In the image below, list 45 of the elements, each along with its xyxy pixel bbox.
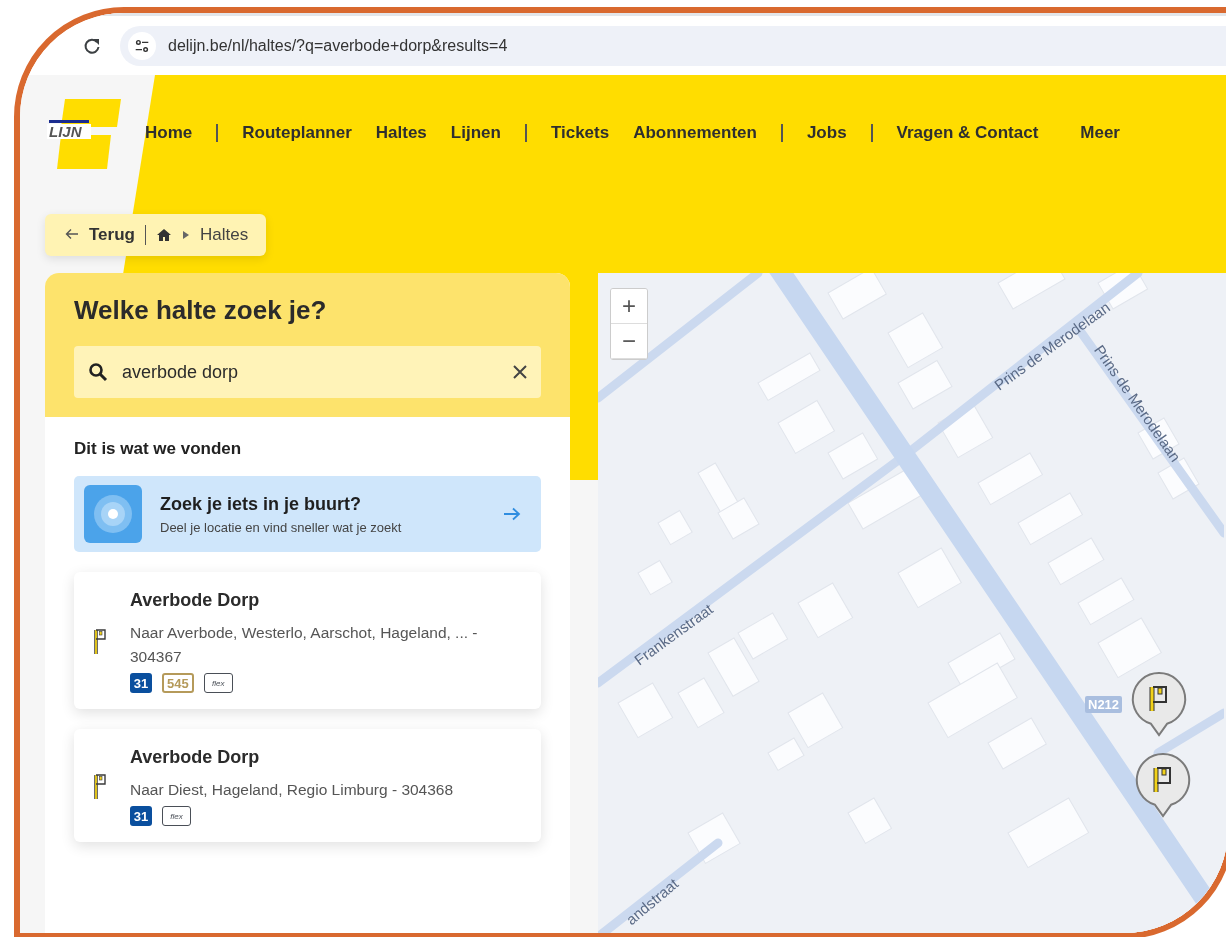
- nearby-card[interactable]: Zoek je iets in je buurt? Deel je locatie en vind sneller wat je zoekt: [74, 476, 541, 552]
- url-text: delijn.be/nl/haltes/?q=averbode+dorp&results=4: [168, 36, 508, 55]
- home-icon[interactable]: [155, 228, 172, 242]
- stop-result-card[interactable]: Averbode Dorp Naar Diest, Hageland, Regio Limburg - 304368 31 flex: [74, 729, 541, 842]
- nav-link[interactable]: Vragen & Contact: [896, 123, 1039, 143]
- search-field[interactable]: averbode dorp: [74, 346, 541, 398]
- back-link[interactable]: Terug: [65, 225, 135, 245]
- address-bar[interactable]: delijn.be/nl/haltes/?q=averbode+dorp&results=4: [120, 25, 1226, 66]
- nav-link[interactable]: Meer: [1080, 123, 1120, 143]
- stop-name: Averbode Dorp: [130, 747, 261, 768]
- nearby-subtitle: Deel je locatie en vind sneller wat je zoekt: [160, 519, 403, 535]
- nav-link[interactable]: Abonnementen: [633, 123, 757, 143]
- bus-stop-icon: [94, 772, 108, 801]
- stop-description: Naar Averbode, Westerlo, Aarschot, Hageland, ... - 304367: [130, 623, 479, 667]
- zoom-out-button[interactable]: −: [611, 324, 647, 359]
- nav-link[interactable]: Tickets: [550, 123, 610, 143]
- road-number-sign: N212: [1085, 696, 1123, 713]
- bus-stop-marker[interactable]: [1134, 752, 1192, 820]
- search-icon: [88, 362, 108, 382]
- clear-icon[interactable]: [513, 365, 527, 379]
- line-badge[interactable]: 31: [130, 806, 152, 826]
- site-settings-icon[interactable]: [128, 31, 156, 60]
- bus-stop-marker[interactable]: [1130, 671, 1188, 739]
- bus-stop-icon: [94, 627, 108, 656]
- flex-badge[interactable]: flex: [203, 673, 233, 693]
- logo[interactable]: LIJN: [45, 97, 125, 171]
- results-heading: Dit is wat we vonden: [74, 439, 243, 459]
- zoom-in-button[interactable]: +: [611, 289, 647, 324]
- breadcrumb-current: Haltes: [199, 225, 249, 245]
- nav-link[interactable]: Home: [145, 123, 193, 143]
- nav-link[interactable]: Haltes: [375, 123, 427, 143]
- chevron-icon: [181, 230, 190, 240]
- location-icon: [84, 485, 142, 543]
- nav-link[interactable]: Routeplanner: [242, 123, 352, 143]
- flex-badge[interactable]: flex: [162, 806, 191, 826]
- nav-link[interactable]: Lijnen: [450, 123, 501, 143]
- stop-result-card[interactable]: Averbode Dorp Naar Averbode, Westerlo, Aarschot, Hageland, ... - 304367 31 545 flex: [74, 572, 541, 709]
- stop-description: Naar Diest, Hageland, Regio Limburg - 304368: [130, 780, 455, 800]
- panel-title: Welke halte zoek je?: [74, 295, 328, 326]
- arrow-right-icon: [503, 507, 521, 521]
- nearby-title: Zoek je iets in je buurt?: [160, 493, 363, 515]
- search-value: averbode dorp: [122, 361, 240, 383]
- stop-name: Averbode Dorp: [130, 590, 261, 611]
- line-badge[interactable]: 31: [130, 673, 152, 693]
- nav-link[interactable]: Jobs: [806, 123, 847, 143]
